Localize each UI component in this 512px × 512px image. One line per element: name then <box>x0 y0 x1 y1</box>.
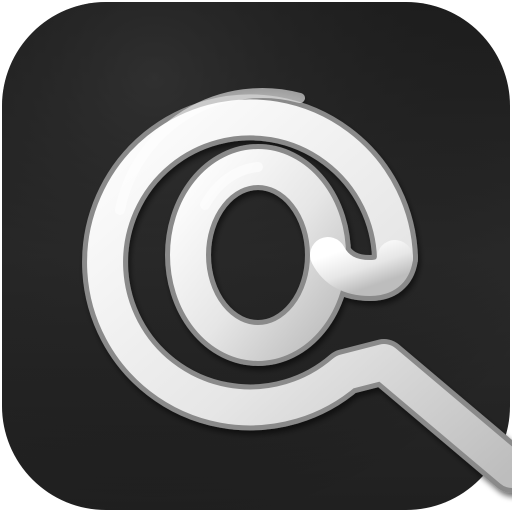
app-icon <box>0 0 512 512</box>
at-sign-icon <box>2 2 512 510</box>
